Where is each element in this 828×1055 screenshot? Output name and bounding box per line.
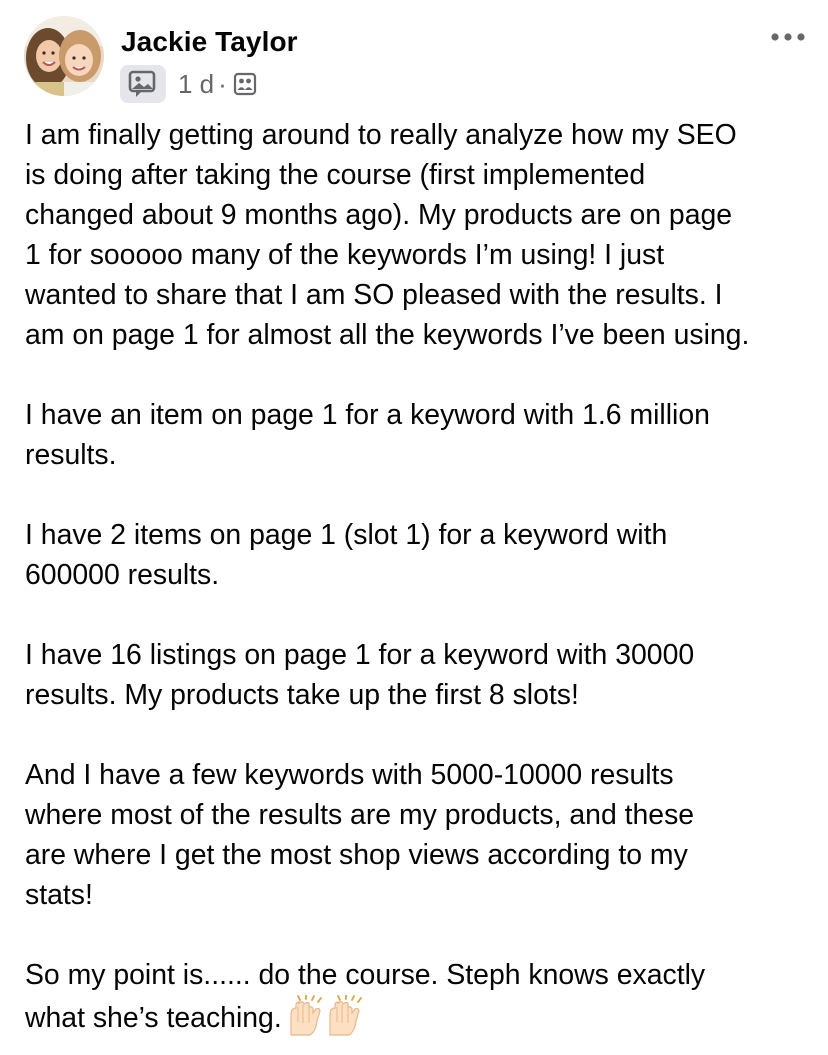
paragraph: I have 16 listings on page 1 for a keywo…: [25, 635, 820, 715]
paragraph: I have 2 items on page 1 (slot 1) for a …: [25, 515, 820, 595]
text-line: results. My products take up the first 8…: [25, 679, 579, 711]
text-line: where most of the results are my product…: [25, 799, 695, 831]
text-line: I am finally getting around to really an…: [25, 119, 737, 151]
text-line: results.: [25, 439, 117, 471]
text-line: I have 2 items on page 1 (slot 1) for a …: [25, 519, 668, 551]
text-line: is doing after taking the course (first …: [25, 159, 646, 191]
text-line: wanted to share that I am SO pleased wit…: [25, 279, 723, 311]
raising-hands-emoji: [288, 994, 370, 1048]
paragraph: So my point is...... do the course. Step…: [25, 955, 820, 1048]
text-line: changed about 9 months ago). My products…: [25, 199, 733, 231]
post-body: I am finally getting around to really an…: [25, 115, 820, 1048]
paragraph: And I have a few keywords with 5000-1000…: [25, 755, 820, 915]
photo-comment-badge-icon[interactable]: [120, 65, 166, 103]
text-line: So my point is...... do the course. Step…: [25, 959, 706, 991]
meta-separator: ·: [218, 68, 227, 99]
text-line: 600000 results.: [25, 559, 220, 591]
paragraph: I am finally getting around to really an…: [25, 115, 820, 355]
more-options-icon[interactable]: [766, 26, 810, 48]
post-meta: 1 d ·: [120, 64, 257, 104]
text-line: 1 for sooooo many of the keywords I’m us…: [25, 239, 665, 271]
text-line: And I have a few keywords with 5000-1000…: [25, 759, 674, 791]
text-line: I have 16 listings on page 1 for a keywo…: [25, 639, 695, 671]
facebook-post: Jackie Taylor 1 d · I am finally getting…: [0, 0, 828, 1055]
author-name[interactable]: Jackie Taylor: [121, 26, 298, 58]
paragraph: I have an item on page 1 for a keyword w…: [25, 395, 820, 475]
group-members-icon: [233, 72, 257, 96]
text-fragment: what she’s teaching.: [25, 1002, 282, 1034]
author-avatar[interactable]: [24, 16, 104, 96]
text-line-with-emoji: what she’s teaching.: [25, 994, 820, 1048]
text-line: am on page 1 for almost all the keywords…: [25, 319, 750, 351]
text-line: I have an item on page 1 for a keyword w…: [25, 399, 710, 431]
text-line: stats!: [25, 879, 93, 911]
post-timestamp[interactable]: 1 d: [178, 69, 214, 100]
text-line: are where I get the most shop views acco…: [25, 839, 688, 871]
